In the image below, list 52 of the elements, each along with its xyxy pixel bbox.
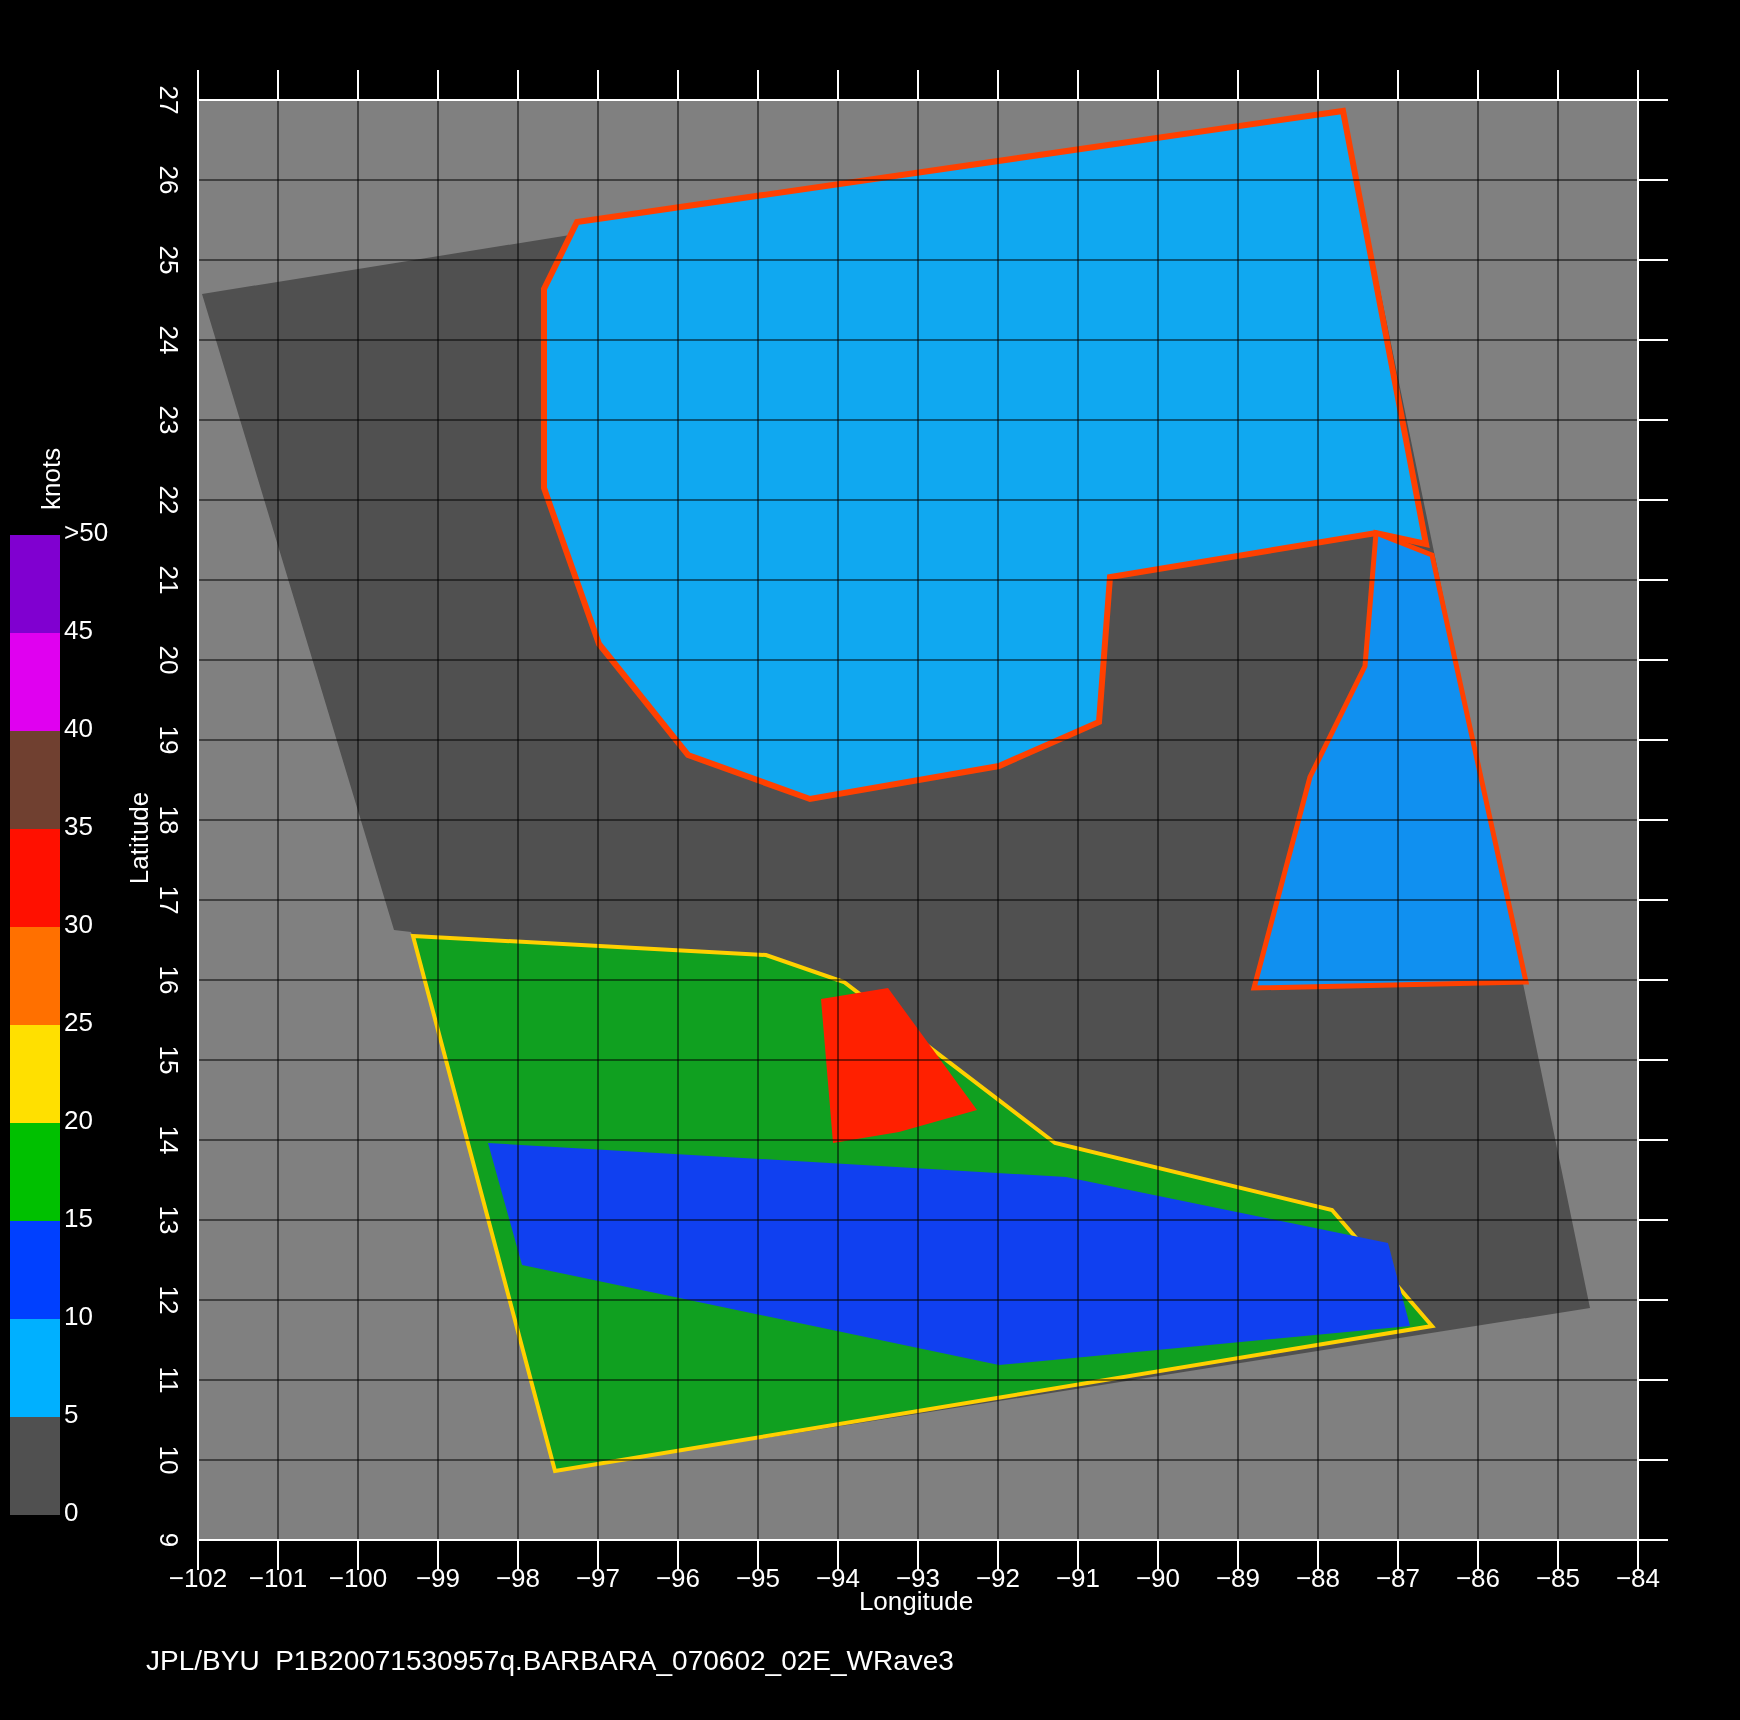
latitude-tick-label: 10 (154, 1445, 184, 1475)
latitude-tick-label: 19 (154, 725, 184, 755)
longitude-tick-label: −101 (248, 1563, 308, 1593)
longitude-tick-label: −89 (1215, 1563, 1261, 1593)
longitude-tick-label: −99 (415, 1563, 461, 1593)
latitude-tick-label: 21 (154, 565, 184, 595)
latitude-tick-label: 18 (154, 805, 184, 835)
latitude-tick-label: 17 (154, 885, 184, 915)
colorbar-label: >50 (64, 517, 109, 547)
longitude-tick-label: −90 (1135, 1563, 1181, 1593)
footer-caption: JPL/BYU P1B20071530957q.BARBARA_070602_02E_WRave3 (146, 1645, 954, 1676)
latitude-tick-label: 25 (154, 245, 184, 275)
longitude-tick-label: −97 (575, 1563, 621, 1593)
latitude-tick-label: 15 (154, 1045, 184, 1075)
latitude-tick-label: 27 (154, 85, 184, 115)
colorbar-label: 25 (64, 1007, 93, 1037)
colorbar-label: 5 (64, 1399, 79, 1429)
colorbar-label: 10 (64, 1301, 93, 1331)
latitude-tick-label: 11 (154, 1366, 184, 1394)
latitude-tick-label: 14 (154, 1125, 184, 1155)
latitude-tick-label: 12 (154, 1285, 184, 1315)
x-axis-title: Longitude (858, 1586, 974, 1616)
latitude-tick-label: 23 (154, 405, 184, 435)
longitude-tick-label: −84 (1615, 1563, 1661, 1593)
longitude-tick-label: −98 (495, 1563, 541, 1593)
longitude-tick-label: −95 (735, 1563, 781, 1593)
latitude-tick-label: 16 (154, 965, 184, 995)
longitude-tick-label: −88 (1295, 1563, 1341, 1593)
latitude-tick-label: 22 (154, 485, 184, 515)
latitude-tick-label: 26 (154, 165, 184, 195)
colorbar-label: 20 (64, 1105, 93, 1135)
colorbar-unit: knots (36, 447, 66, 510)
longitude-tick-label: −87 (1375, 1563, 1421, 1593)
longitude-tick-label: −91 (1055, 1563, 1101, 1593)
longitude-tick-label: −96 (655, 1563, 701, 1593)
colorbar-label: 30 (64, 909, 93, 939)
colorbar-label: 15 (64, 1203, 93, 1233)
latitude-tick-label: 24 (154, 325, 184, 355)
longitude-tick-label: −92 (975, 1563, 1021, 1593)
colorbar-label: 35 (64, 811, 93, 841)
longitude-tick-label: −86 (1455, 1563, 1501, 1593)
latitude-tick-label: 9 (154, 1532, 184, 1548)
longitude-tick-label: −100 (328, 1563, 388, 1593)
colorbar-label: 0 (64, 1497, 79, 1527)
colorbar-label: 45 (64, 615, 93, 645)
longitude-tick-label: −94 (815, 1563, 861, 1593)
latitude-tick-label: 13 (154, 1205, 184, 1235)
latitude-tick-label: 20 (154, 645, 184, 675)
colorbar-label: 40 (64, 713, 93, 743)
y-axis-title: Latitude (124, 791, 154, 885)
longitude-tick-label: −102 (168, 1563, 228, 1593)
longitude-tick-label: −85 (1535, 1563, 1581, 1593)
